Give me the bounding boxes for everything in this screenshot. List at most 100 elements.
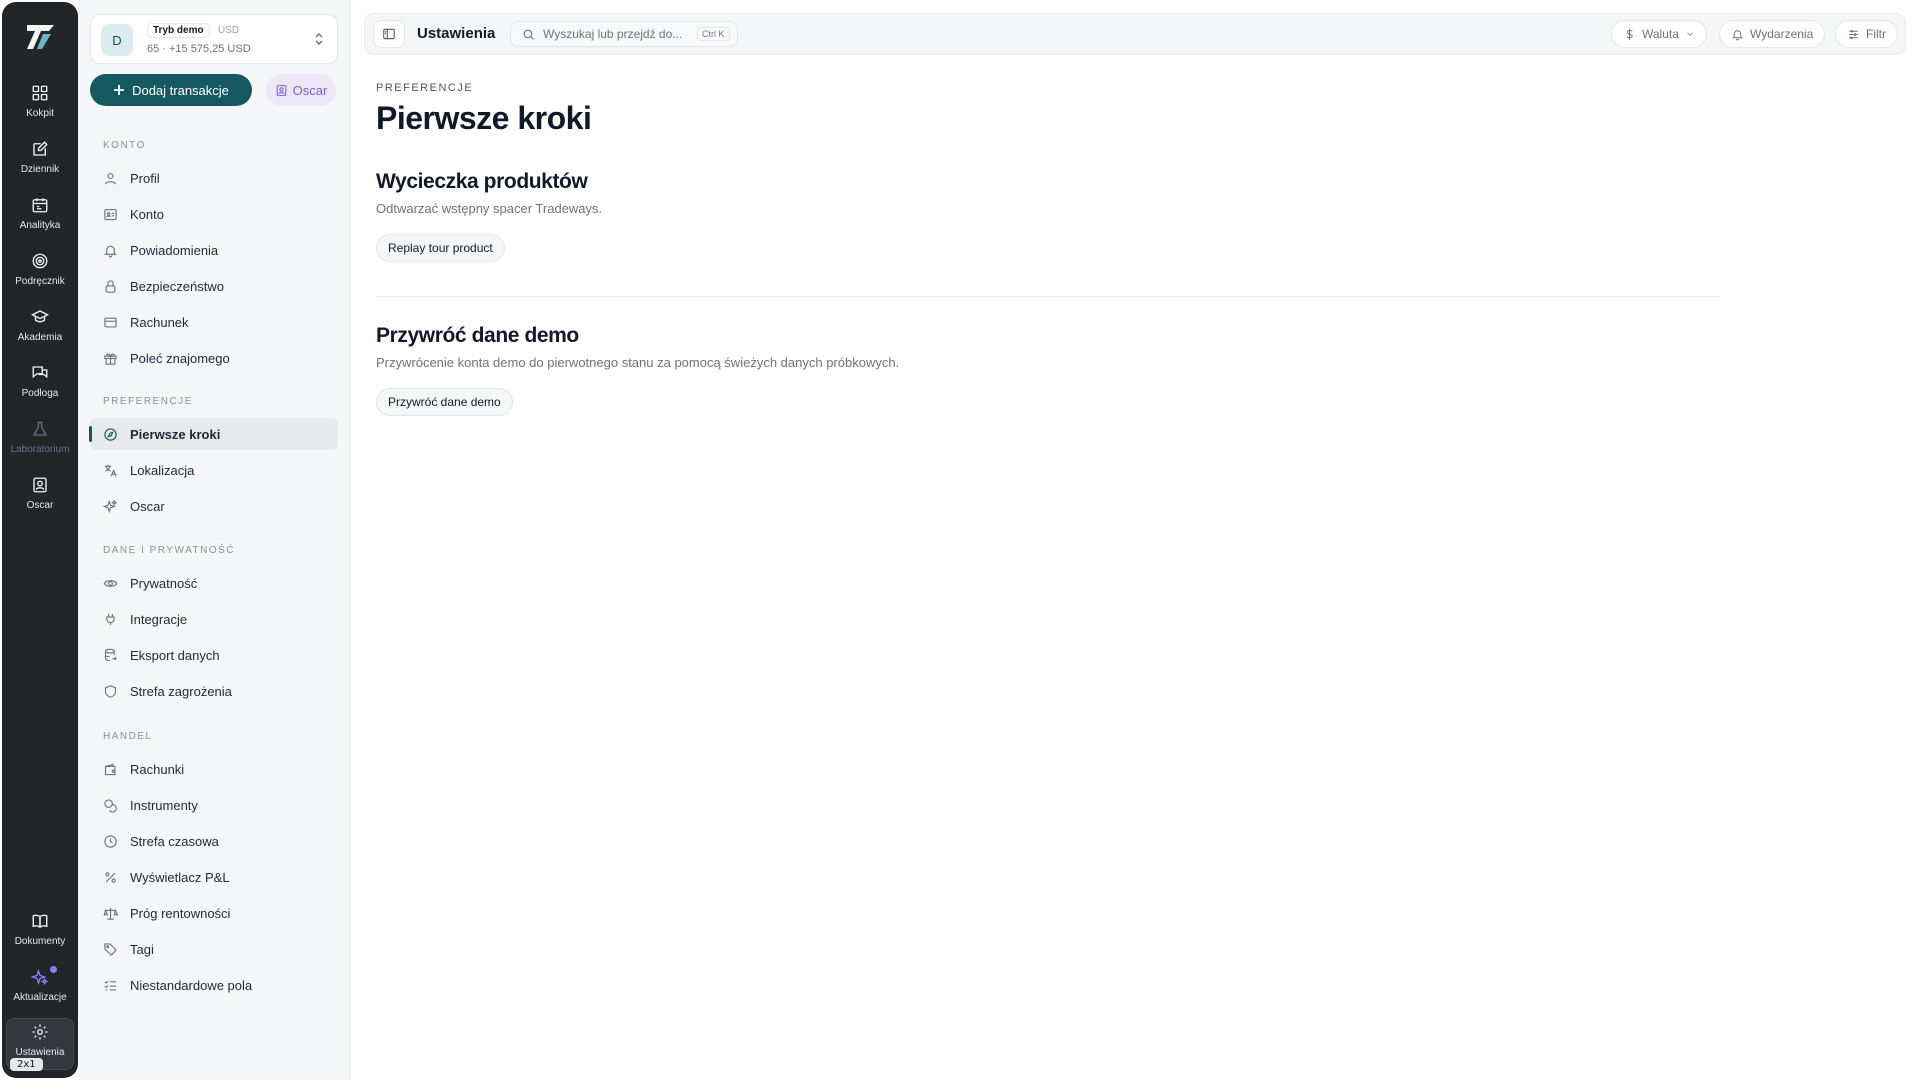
oscar-label: Oscar <box>292 82 328 98</box>
sidebar-item-prog-rentownosci[interactable]: Próg rentowności <box>90 897 338 929</box>
rail-item-kokpit[interactable]: Kokpit <box>6 80 74 132</box>
sidebar-item-tagi[interactable]: Tagi <box>90 933 338 965</box>
rail-label: Akademia <box>17 332 63 343</box>
sidebar-item-label: Strefa zagrożenia <box>130 683 232 699</box>
sidebar-item-oscar[interactable]: Oscar <box>90 490 338 522</box>
add-transaction-button[interactable]: Dodaj transakcje <box>90 74 252 106</box>
lock-icon <box>105 279 116 293</box>
sidebar-item-strefa-czasowa[interactable]: Strefa czasowa <box>90 825 338 857</box>
chat-icon <box>32 366 48 379</box>
sidebar-item-label: Bezpieczeństwo <box>130 278 224 294</box>
sidebar-item-niestandardowe-pola[interactable]: Niestandardowe pola <box>90 969 338 1001</box>
sidebar-item-rachunek[interactable]: Rachunek <box>90 306 338 338</box>
update-indicator-dot <box>50 966 57 973</box>
book-icon <box>32 914 48 929</box>
sidebar-item-powiadomienia[interactable]: Powiadomienia <box>90 234 338 266</box>
restore-demo-heading: Przywróć dane demo <box>376 324 579 347</box>
rail-item-dziennik[interactable]: Dziennik <box>6 136 74 188</box>
rail-item-dokumenty[interactable]: Dokumenty <box>6 908 74 960</box>
filter-button[interactable]: Filtr <box>1835 20 1898 48</box>
gift-icon <box>104 352 117 365</box>
sidebar-item-label: Lokalizacja <box>130 462 195 478</box>
graduation-cap-icon <box>31 310 49 323</box>
search-icon <box>523 29 534 40</box>
sidebar-item-label: Rachunek <box>130 314 189 330</box>
rail-label: Ustawienia <box>15 1047 65 1058</box>
sidebar-item-label: Poleć znajomego <box>130 350 230 366</box>
rail-item-akademia[interactable]: Akademia <box>6 304 74 356</box>
percent-icon <box>105 871 116 883</box>
sidebar-item-bezpieczenstwo[interactable]: Bezpieczeństwo <box>90 270 338 302</box>
list-check-icon <box>104 980 117 990</box>
sidebar-item-label: Oscar <box>130 498 165 514</box>
account-switcher[interactable]: D Tryb demo USD 65 · +15 575,25 USD <box>90 14 338 64</box>
sidebar-item-lokalizacja[interactable]: Lokalizacja <box>90 454 338 486</box>
sidebar-item-polec-znajomego[interactable]: Poleć znajomego <box>90 342 338 374</box>
flask-icon <box>32 421 48 436</box>
product-tour-description: Odtwarzać wstępny spacer Tradeways. <box>376 201 603 216</box>
sidebar-item-label: Niestandardowe pola <box>130 977 253 993</box>
shortcut-hint: Ctrl K <box>697 27 730 41</box>
assistant-icon <box>33 477 47 493</box>
sidebar-item-label: Tagi <box>130 941 154 957</box>
sidebar-item-pierwsze-kroki[interactable]: Pierwsze kroki <box>89 418 338 450</box>
rail-item-podrecznik[interactable]: Podręcznik <box>6 248 74 300</box>
chevron-up-down-icon <box>315 32 323 46</box>
chevron-down-icon <box>1687 32 1693 36</box>
database-export-icon <box>104 648 117 661</box>
section-title: KONTO <box>103 140 146 151</box>
search-input[interactable] <box>543 27 693 41</box>
restore-demo-button[interactable]: Przywróć dane demo <box>376 388 513 416</box>
eye-icon <box>103 579 118 587</box>
scale-icon <box>103 907 118 920</box>
replay-tour-button[interactable]: Replay tour product <box>376 234 505 262</box>
compass-icon <box>104 427 117 441</box>
sidebar-item-label: Instrumenty <box>130 797 198 813</box>
target-icon <box>32 253 48 269</box>
sidebar-item-label: Rachunki <box>130 761 185 777</box>
avatar: D <box>101 24 133 56</box>
section-eyebrow: PREFERENCJE <box>376 82 474 94</box>
calendar-icon <box>32 198 48 213</box>
section-divider <box>376 296 1720 297</box>
rail-label: Podręcznik <box>15 276 65 287</box>
currency-dropdown[interactable]: Waluta <box>1611 20 1707 48</box>
sidebar-item-label: Wyświetlacz P&L <box>130 869 230 885</box>
sidebar-item-label: Powiadomienia <box>130 242 219 258</box>
rail-item-podloga[interactable]: Podłoga <box>6 360 74 412</box>
journal-icon <box>33 141 48 156</box>
section-title: DANE I PRYWATNOŚĆ <box>103 545 235 556</box>
add-transaction-label: Dodaj transakcje <box>132 82 229 98</box>
sidebar-item-eksport-danych[interactable]: Eksport danych <box>90 639 338 671</box>
sparkles-icon <box>31 968 49 986</box>
translate-icon <box>104 464 117 476</box>
filter-label: Filtr <box>1866 27 1886 41</box>
page-title: Ustawienia <box>417 25 496 42</box>
rail-label: Dziennik <box>20 164 60 175</box>
sidebar-toggle-button[interactable] <box>373 20 405 48</box>
layout-badge[interactable]: 2x1 <box>10 1058 43 1071</box>
rail-item-laboratorium[interactable]: Laboratorium <box>6 416 74 468</box>
rail-item-oscar[interactable]: Oscar <box>6 472 74 524</box>
sidebar-item-label: Konto <box>130 206 164 222</box>
sidebar-item-wyswietlacz-pl[interactable]: Wyświetlacz P&L <box>90 861 338 893</box>
events-button[interactable]: Wydarzenia <box>1719 20 1826 48</box>
sidebar-item-instrumenty[interactable]: Instrumenty <box>90 789 338 821</box>
sidebar-item-profil[interactable]: Profil <box>90 162 338 194</box>
rail-label: Dokumenty <box>14 936 66 947</box>
tradeways-logo-icon[interactable] <box>24 22 58 52</box>
rail-item-aktualizacje[interactable]: Aktualizacje <box>6 964 74 1016</box>
rail-label: Laboratorium <box>10 444 70 455</box>
search-box[interactable]: Ctrl K <box>510 21 738 47</box>
rail-item-analityka[interactable]: Analityka <box>6 192 74 244</box>
sidebar-item-strefa-zagrozenia[interactable]: Strefa zagrożenia <box>90 675 338 707</box>
oscar-button[interactable]: Oscar <box>266 74 336 106</box>
sidebar-item-integracje[interactable]: Integracje <box>90 603 338 635</box>
sidebar-item-rachunki[interactable]: Rachunki <box>90 753 338 785</box>
top-bar: Ustawienia Ctrl K Waluta Wydarzenia Filt… <box>364 13 1906 55</box>
sidebar-item-konto[interactable]: Konto <box>90 198 338 230</box>
sparkles-icon <box>103 499 118 513</box>
rail-label: Oscar <box>26 500 54 511</box>
currency-label: Waluta <box>1642 27 1679 41</box>
sidebar-item-prywatnosc[interactable]: Prywatność <box>90 567 338 599</box>
